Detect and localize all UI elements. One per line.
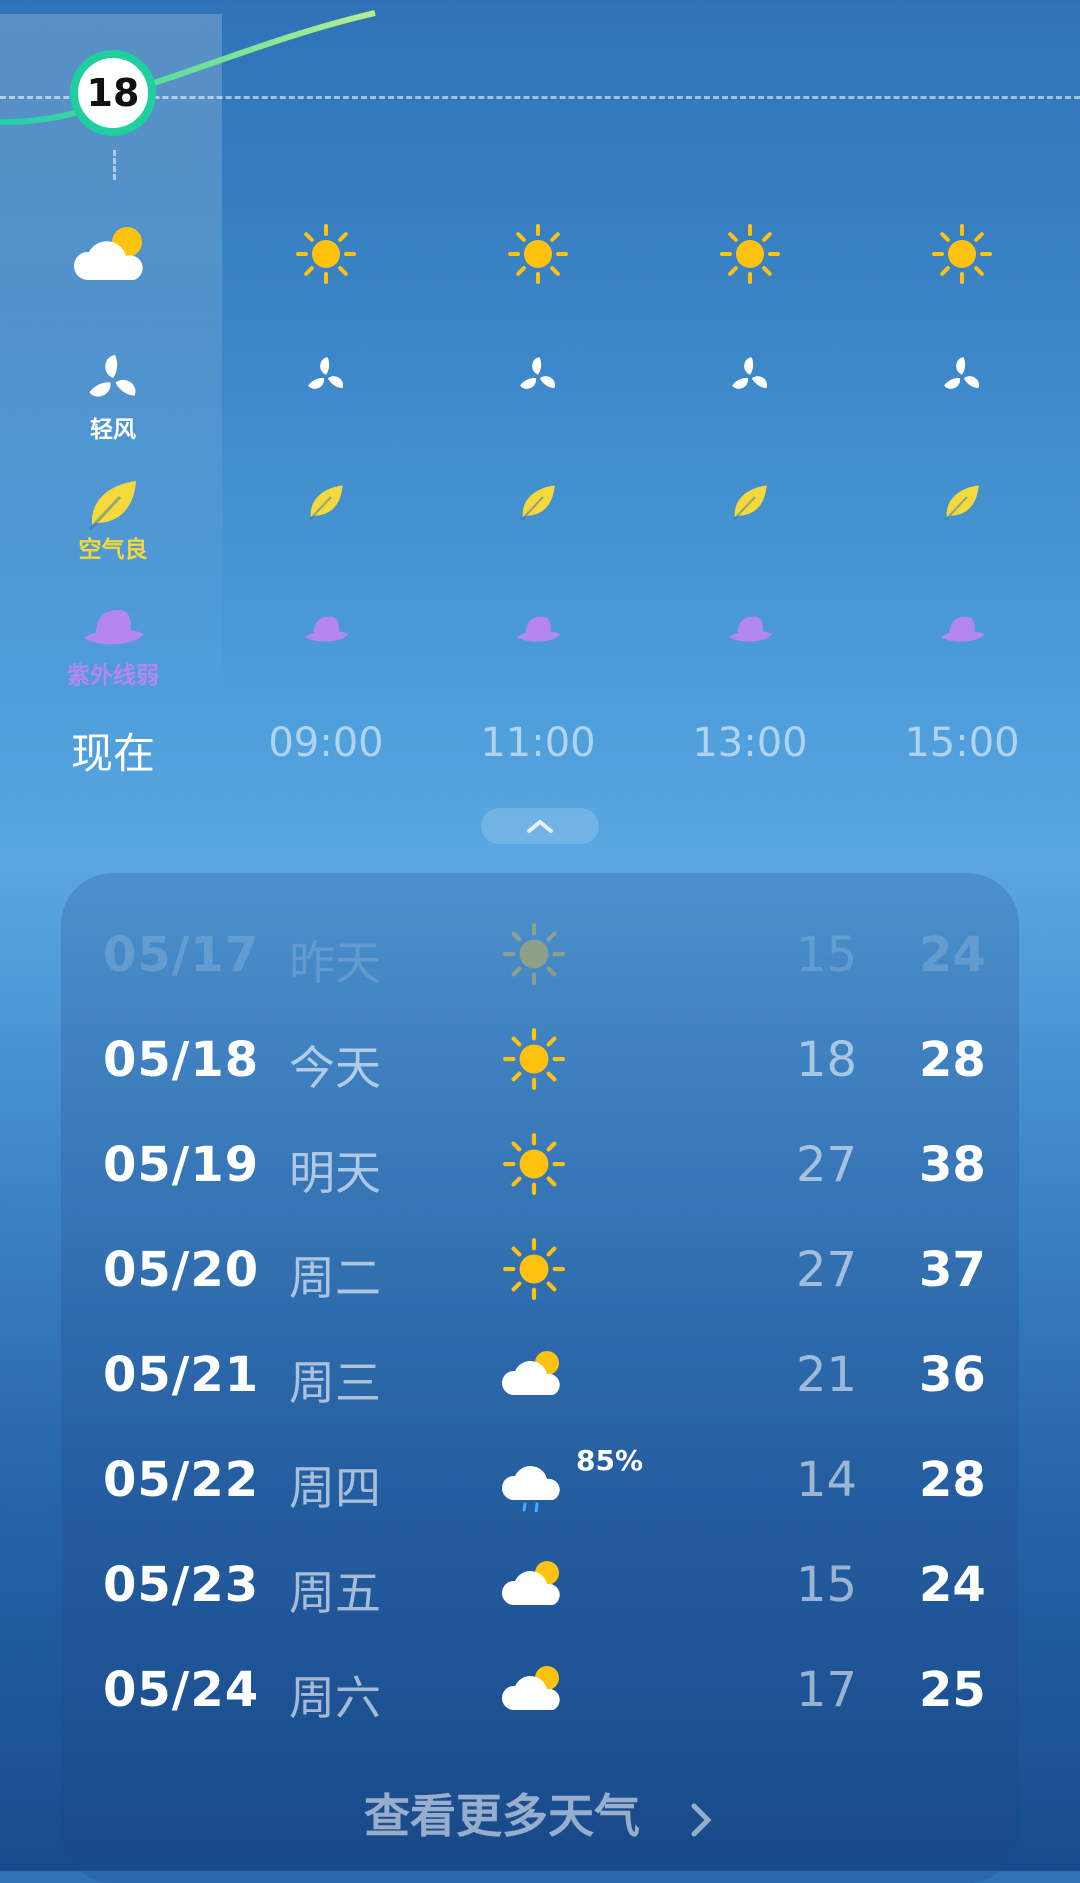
wind-fan-icon [732, 357, 768, 389]
sun-icon [508, 224, 568, 284]
daily-row[interactable]: 05/20 周二 27 37 [61, 1218, 1019, 1323]
day-date: 05/21 [103, 1347, 260, 1403]
hour-label-now: 现在 [70, 729, 155, 778]
low-temperature: 27 [796, 1242, 858, 1298]
sun-icon [503, 1238, 565, 1300]
uv-index-label: 紫外线弱 [67, 663, 159, 689]
wind-fan-icon [308, 357, 344, 389]
daily-row[interactable]: 05/22 周四 85% 14 28 [61, 1428, 1019, 1533]
daily-row[interactable]: 05/23 周五 15 24 [61, 1533, 1019, 1638]
more-weather-label: 查看更多天气 [363, 1789, 640, 1843]
low-temperature: 15 [796, 1557, 858, 1613]
rain-cloud-icon [501, 1466, 560, 1514]
low-temperature: 18 [796, 1032, 858, 1088]
low-temperature: 21 [796, 1347, 858, 1403]
hour-label: 09:00 [268, 720, 384, 766]
high-temperature: 38 [919, 1137, 986, 1193]
air-quality-label: 空气良 [78, 537, 148, 563]
sun-icon [720, 224, 780, 284]
partly-cloudy-icon [501, 1561, 560, 1605]
sun-icon [503, 923, 565, 985]
high-temperature: 37 [919, 1242, 986, 1298]
leaf-icon [520, 485, 555, 521]
sun-icon [503, 1133, 565, 1195]
uv-hat-icon [304, 616, 349, 642]
leaf-icon [308, 485, 343, 521]
hour-label: 15:00 [904, 720, 1020, 766]
daily-row[interactable]: 05/21 周三 21 36 [61, 1323, 1019, 1428]
day-date: 05/18 [103, 1032, 260, 1088]
wind-fan-icon [520, 357, 556, 389]
hour-column[interactable] [872, 0, 1052, 780]
uv-hat-icon [728, 616, 773, 642]
day-name: 明天 [289, 1146, 381, 1200]
high-temperature: 36 [919, 1347, 986, 1403]
high-temperature: 28 [919, 1452, 986, 1508]
leaf-icon [732, 485, 767, 521]
day-name: 周三 [289, 1356, 381, 1410]
sun-icon [296, 224, 356, 284]
high-temperature: 28 [919, 1032, 986, 1088]
day-date: 05/19 [103, 1137, 260, 1193]
hour-column[interactable] [236, 0, 416, 780]
low-temperature: 15 [796, 927, 858, 983]
hour-column[interactable] [660, 0, 840, 780]
day-name: 周五 [289, 1566, 381, 1620]
partly-cloudy-icon [501, 1351, 560, 1395]
leaf-icon [88, 481, 136, 531]
uv-hat-icon [516, 616, 561, 642]
wind-fan-icon [89, 355, 136, 397]
sun-icon [503, 1028, 565, 1090]
partly-cloudy-icon [501, 1666, 560, 1710]
high-temperature: 24 [919, 927, 986, 983]
leaf-icon [944, 485, 979, 521]
more-weather-link[interactable]: 查看更多天气 [0, 1780, 1080, 1846]
hour-label: 11:00 [480, 720, 596, 766]
day-date: 05/23 [103, 1557, 260, 1613]
wind-level-label: 轻风 [90, 417, 136, 443]
daily-forecast-card: 05/17 昨天 15 24 05/18 今天 18 28 05/19 明天 27 38 05/20 周二… [61, 873, 1019, 1883]
hour-column[interactable] [448, 0, 628, 780]
low-temperature: 17 [796, 1662, 858, 1718]
day-name: 周六 [289, 1671, 381, 1725]
daily-row[interactable]: 05/18 今天 18 28 [61, 1008, 1019, 1113]
hour-label: 13:00 [692, 720, 808, 766]
day-name: 周二 [289, 1251, 381, 1305]
collapse-handle[interactable] [481, 808, 599, 844]
low-temperature: 27 [796, 1137, 858, 1193]
partly-cloudy-icon [73, 227, 143, 280]
day-date: 05/24 [103, 1662, 260, 1718]
low-temperature: 14 [796, 1452, 858, 1508]
high-temperature: 24 [919, 1557, 986, 1613]
uv-hat-icon [940, 616, 985, 642]
day-name: 昨天 [289, 936, 381, 990]
sun-icon [932, 224, 992, 284]
high-temperature: 25 [919, 1662, 986, 1718]
daily-row[interactable]: 05/17 昨天 15 24 [61, 903, 1019, 1008]
uv-hat-icon [84, 610, 144, 645]
daily-row[interactable]: 05/19 明天 27 38 [61, 1113, 1019, 1218]
chevron-up-icon [527, 819, 553, 833]
chevron-right-icon [691, 1803, 712, 1836]
day-name: 周四 [289, 1461, 381, 1515]
day-date: 05/20 [103, 1242, 260, 1298]
precipitation-chance: 85% [576, 1444, 644, 1477]
wind-fan-icon [944, 357, 980, 389]
day-date: 05/17 [103, 927, 260, 983]
day-date: 05/22 [103, 1452, 260, 1508]
daily-row[interactable]: 05/24 周六 17 25 [61, 1638, 1019, 1743]
day-name: 今天 [289, 1041, 381, 1095]
